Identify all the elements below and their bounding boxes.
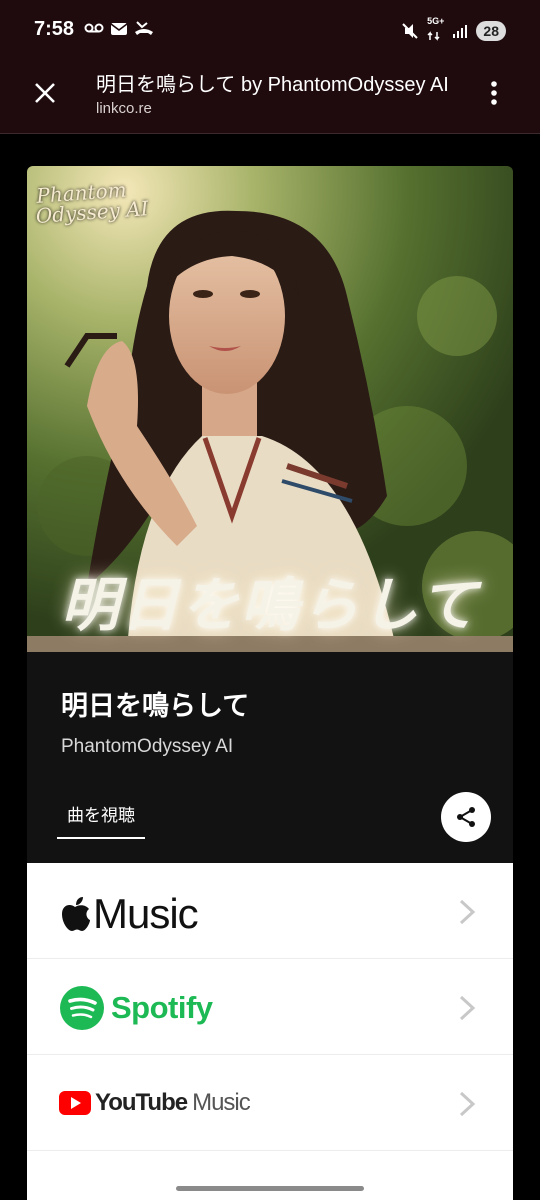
- close-icon: [35, 83, 55, 103]
- spotify-icon: [60, 986, 104, 1030]
- cover-art: Phantom Odyssey AI 明日を鳴らして: [27, 166, 513, 652]
- page-title: 明日を鳴らして by PhantomOdyssey AI: [96, 74, 449, 96]
- battery-indicator: 28: [476, 21, 506, 41]
- signal-icon: [453, 25, 468, 38]
- release-card: Phantom Odyssey AI 明日を鳴らして 明日を鳴らして Phant…: [27, 166, 513, 1200]
- cover-title: 明日を鳴らして: [60, 571, 480, 639]
- gesture-nav-handle[interactable]: [176, 1186, 364, 1191]
- status-indicators: 5G+ 28: [401, 17, 506, 45]
- spotify-text: Spotify: [111, 990, 213, 1025]
- apple-icon: [62, 897, 90, 931]
- share-button[interactable]: [441, 792, 491, 842]
- more-menu-button[interactable]: [484, 78, 504, 108]
- more-vert-icon: [491, 81, 497, 105]
- apple-music-text: Music: [93, 890, 199, 937]
- spotify-logo: Spotify: [59, 985, 213, 1031]
- chevron-right-icon: [459, 1091, 476, 1117]
- mail-icon: [110, 23, 128, 35]
- data-arrows-icon: [427, 31, 440, 41]
- share-icon: [457, 807, 475, 827]
- mute-icon: [402, 23, 418, 39]
- release-info: 明日を鳴らして PhantomOdyssey AI 曲を視聴: [27, 652, 513, 863]
- youtube-icon: [59, 1091, 91, 1115]
- status-notifications: [84, 20, 154, 36]
- voicemail-icon: [84, 23, 104, 33]
- streaming-services-list: Music Spotify YouTube Music: [27, 863, 513, 1200]
- service-spotify[interactable]: Spotify: [27, 959, 513, 1055]
- tab-listen[interactable]: 曲を視聴: [57, 797, 145, 839]
- service-apple-music[interactable]: Music: [27, 863, 513, 959]
- close-button[interactable]: [30, 78, 60, 108]
- artist-name: PhantomOdyssey AI: [61, 736, 234, 757]
- network-indicator: 5G+: [427, 17, 444, 45]
- status-time: 7:58: [34, 18, 75, 40]
- apple-music-logo: Music: [59, 890, 199, 938]
- missed-call-icon: [135, 21, 153, 35]
- youtube-music-text: Music: [192, 1089, 251, 1116]
- page-content: Phantom Odyssey AI 明日を鳴らして 明日を鳴らして Phant…: [0, 134, 540, 1200]
- chevron-right-icon: [459, 995, 476, 1021]
- status-bar: 7:58 5G+ 28: [0, 0, 540, 60]
- youtube-music-logo: YouTube Music: [59, 1089, 251, 1117]
- page-url[interactable]: linkco.re: [96, 100, 152, 117]
- service-youtube-music[interactable]: YouTube Music: [27, 1055, 513, 1151]
- song-title: 明日を鳴らして: [61, 691, 250, 722]
- browser-header: 明日を鳴らして by PhantomOdyssey AI linkco.re: [0, 60, 540, 134]
- chevron-right-icon: [459, 899, 476, 925]
- cover-logo: Phantom Odyssey AI: [35, 178, 149, 228]
- youtube-text: YouTube: [95, 1089, 188, 1116]
- network-label: 5G+: [427, 16, 445, 26]
